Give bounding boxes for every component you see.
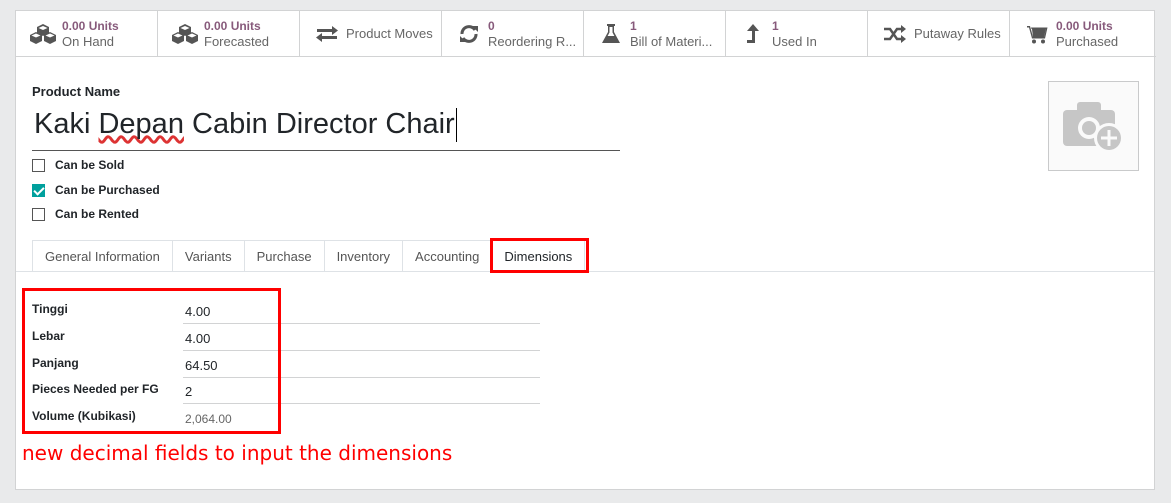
putaway-rules-button[interactable]: Putaway Rules [868, 11, 1010, 56]
can-be-rented-label: Can be Rented [55, 207, 140, 221]
flask-icon [596, 21, 626, 47]
level-up-icon [738, 21, 768, 47]
used-in-value: 1 [772, 18, 779, 33]
on-hand-value: 0.00 Units [62, 18, 119, 33]
reordering-rules-value: 0 [488, 18, 495, 33]
can-be-sold-label: Can be Sold [55, 158, 125, 172]
forecasted-value: 0.00 Units [204, 18, 261, 33]
annotation-note: new decimal fields to input the dimensio… [22, 441, 453, 465]
product-moves-button[interactable]: Product Moves [300, 11, 442, 56]
cart-icon [1022, 21, 1052, 47]
forecasted-label: Forecasted [204, 33, 270, 49]
purchased-label: Purchased [1056, 33, 1119, 49]
tab-general-information[interactable]: General Information [32, 240, 172, 272]
product-name-text-3: Cabin Director Chair [183, 108, 455, 140]
tab-inventory[interactable]: Inventory [323, 240, 403, 272]
can-be-purchased-label: Can be Purchased [55, 183, 160, 197]
bill-of-materials-button[interactable]: 1 Bill of Materi... [584, 11, 726, 56]
tab-accounting[interactable]: Accounting [402, 240, 492, 272]
reordering-rules-button[interactable]: 0 Reordering R... [442, 11, 584, 56]
purchased-button[interactable]: 0.00 Units Purchased [1010, 11, 1152, 56]
on-hand-button[interactable]: 0.00 Units On Hand [16, 11, 158, 56]
product-name-text-1: Kaki [34, 108, 99, 140]
used-in-button[interactable]: 1 Used In [726, 11, 868, 56]
bill-of-materials-label: Bill of Materi... [630, 33, 713, 49]
product-name-text-2: Depan [98, 108, 184, 140]
can-be-rented-checkbox[interactable]: Can be Rented [32, 207, 139, 221]
checkbox-box[interactable] [32, 158, 45, 172]
random-icon [880, 21, 910, 47]
on-hand-label: On Hand [62, 33, 115, 49]
cubes-icon [170, 21, 200, 47]
cubes-icon [28, 21, 58, 47]
text-caret [455, 108, 457, 143]
purchased-value: 0.00 Units [1056, 18, 1113, 33]
reordering-rules-label: Reordering R... [488, 33, 577, 49]
product-name-input[interactable]: Kaki Depan Cabin Director Chair [32, 103, 620, 151]
smart-button-box: 0.00 Units On Hand 0.00 Units Forecasted… [16, 11, 1156, 57]
refresh-icon [454, 21, 484, 47]
can-be-sold-checkbox[interactable]: Can be Sold [32, 158, 124, 172]
camera-plus-icon [1062, 102, 1124, 153]
highlight-box-tab [490, 238, 589, 273]
product-moves-label: Product Moves [346, 26, 433, 41]
checkbox-box-checked[interactable] [32, 183, 45, 197]
tab-purchase[interactable]: Purchase [243, 240, 324, 272]
putaway-rules-label: Putaway Rules [914, 26, 1001, 41]
exchange-icon [312, 21, 342, 47]
form-sheet: 0.00 Units On Hand 0.00 Units Forecasted… [15, 10, 1156, 490]
tab-variants[interactable]: Variants [171, 240, 244, 272]
checkbox-box[interactable] [32, 207, 45, 221]
used-in-label: Used In [772, 33, 817, 49]
product-name-label: Product Name [32, 84, 121, 99]
highlight-box-fields [22, 288, 281, 434]
can-be-purchased-checkbox[interactable]: Can be Purchased [32, 183, 160, 197]
forecasted-button[interactable]: 0.00 Units Forecasted [158, 11, 300, 56]
bill-of-materials-value: 1 [630, 18, 637, 33]
product-image-upload[interactable] [1048, 81, 1139, 171]
